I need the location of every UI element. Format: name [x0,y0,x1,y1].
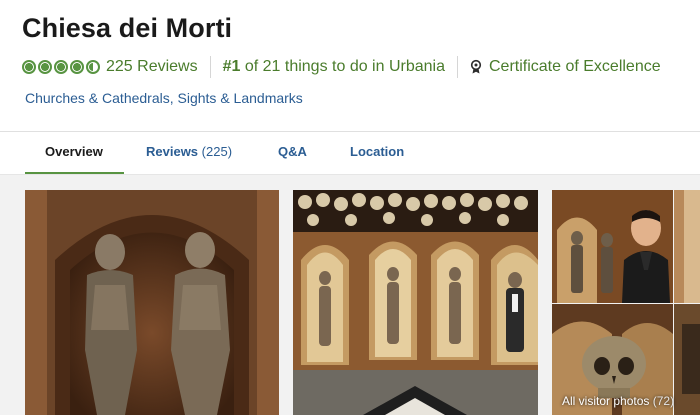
tab-label: Location [350,144,405,159]
divider [209,56,211,78]
tab-count: (225) [201,144,233,159]
rating-bubble-icon [54,60,68,74]
tab-label: Reviews [146,144,199,159]
rating-bubble-icon [22,60,36,74]
rating-half-bubble-icon [86,60,100,74]
bubble-rating[interactable] [22,60,100,74]
rank-text: of 21 things to do in Urbania [240,58,445,75]
tab-location[interactable]: Location [350,144,404,159]
ranking-link[interactable]: #1 of 21 things to do in Urbania [223,58,445,76]
rating-bubble-icon [70,60,84,74]
gallery-photo-main[interactable] [25,190,279,415]
all-photos-count: (72) [652,394,675,408]
rank-number: #1 [222,58,241,75]
gallery-photo-visitor[interactable] [552,190,673,303]
all-visitor-photos-link[interactable]: All visitor photos (72) [562,394,674,408]
rating-bubble-icon [38,60,52,74]
tab-label: Overview [45,144,103,159]
certificate-of-excellence[interactable]: Certificate of Excellence [489,58,661,76]
gallery-photo-partial[interactable] [674,190,700,303]
tab-qa[interactable]: Q&A [278,144,307,159]
tab-reviews[interactable]: Reviews (225) [146,144,232,159]
divider [456,56,458,78]
rating-row: 225 Reviews #1 of 21 things to do in Urb… [22,55,661,79]
reviews-count-link[interactable]: 225 Reviews [106,58,198,76]
certificate-badge-icon [470,59,482,75]
all-photos-label: All visitor photos [562,394,650,408]
attraction-title: Chiesa dei Morti [22,13,233,43]
tab-label: Q&A [278,144,307,159]
categories-link[interactable]: Churches & Cathedrals, Sights & Landmark… [25,90,303,106]
tab-overview[interactable]: Overview [45,144,103,159]
tab-bar: Overview Reviews (225) Q&A Location [0,132,700,175]
gallery-photo-second[interactable] [293,190,538,415]
gallery-photo-partial[interactable] [674,304,700,415]
